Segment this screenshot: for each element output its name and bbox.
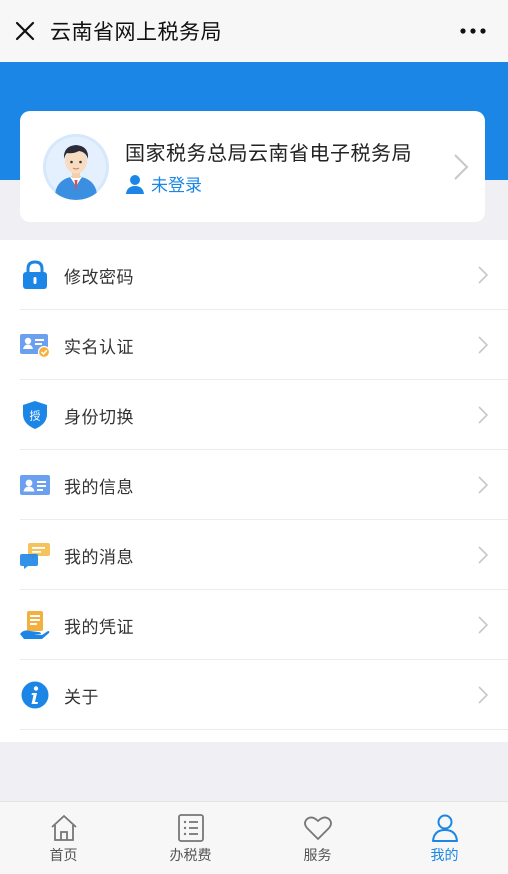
info-icon [20,680,50,710]
tab-label: 办税费 [169,848,212,864]
tab-label: 我的 [430,848,459,864]
svg-text:授: 授 [30,409,41,423]
tab-mine[interactable]: 我的 [381,802,508,874]
page-title: 云南省网上税务局 [50,20,222,44]
tab-services[interactable]: 服务 [254,802,381,874]
menu-list: 修改密码 实名认证 授 身份切换 我的信息 我的消息 我的凭证 关于 [0,240,508,742]
menu-item-real-name-auth[interactable]: 实名认证 [0,310,508,380]
tab-tax-services[interactable]: 办税费 [127,802,254,874]
chevron-right-icon [478,476,488,494]
shield-auth-icon: 授 [20,400,50,430]
menu-item-my-info[interactable]: 我的信息 [0,450,508,520]
user-avatar-icon [43,134,109,200]
profile-card[interactable]: 国家税务总局云南省电子税务局 未登录 [20,111,485,222]
profile-name: 国家税务总局云南省电子税务局 [125,141,412,165]
chevron-right-icon [478,686,488,704]
login-status-text: 未登录 [151,176,202,196]
list-icon [177,814,204,842]
person-icon [431,814,458,842]
chevron-right-icon [478,406,488,424]
avatar [43,134,109,200]
chevron-right-icon [478,616,488,634]
heart-icon [303,816,332,840]
menu-item-label: 我的凭证 [64,617,134,638]
chevron-right-icon [478,266,488,284]
receipt-hand-icon [20,610,50,640]
lock-icon [20,260,50,290]
tab-label: 服务 [303,848,332,864]
tab-home[interactable]: 首页 [0,802,127,874]
bottom-tabbar: 首页 办税费 服务 我的 [0,801,508,874]
chevron-right-icon [478,336,488,354]
menu-item-about[interactable]: 关于 [0,660,508,730]
menu-item-label: 我的消息 [64,547,134,568]
menu-item-my-messages[interactable]: 我的消息 [0,520,508,590]
menu-item-label: 身份切换 [64,407,134,428]
menu-item-label: 关于 [64,687,99,708]
menu-item-label: 我的信息 [64,477,134,498]
id-verify-icon [20,330,50,360]
id-card-icon [20,470,50,500]
more-icon [460,28,486,34]
chevron-right-icon [454,154,469,180]
tab-label: 首页 [49,848,78,864]
chat-bubble-icon [20,540,50,570]
user-icon [126,174,144,194]
menu-item-label: 实名认证 [64,337,134,358]
menu-item-change-password[interactable]: 修改密码 [0,240,508,310]
menu-item-my-vouchers[interactable]: 我的凭证 [0,590,508,660]
divider [20,729,508,730]
close-button[interactable] [0,0,50,62]
chevron-right-icon [478,546,488,564]
menu-item-identity-switch[interactable]: 授 身份切换 [0,380,508,450]
login-status[interactable]: 未登录 [125,171,202,196]
top-navbar: 云南省网上税务局 [0,0,508,62]
more-button[interactable] [458,18,488,44]
close-icon [15,21,35,41]
menu-item-label: 修改密码 [64,267,134,288]
home-icon [50,815,77,841]
